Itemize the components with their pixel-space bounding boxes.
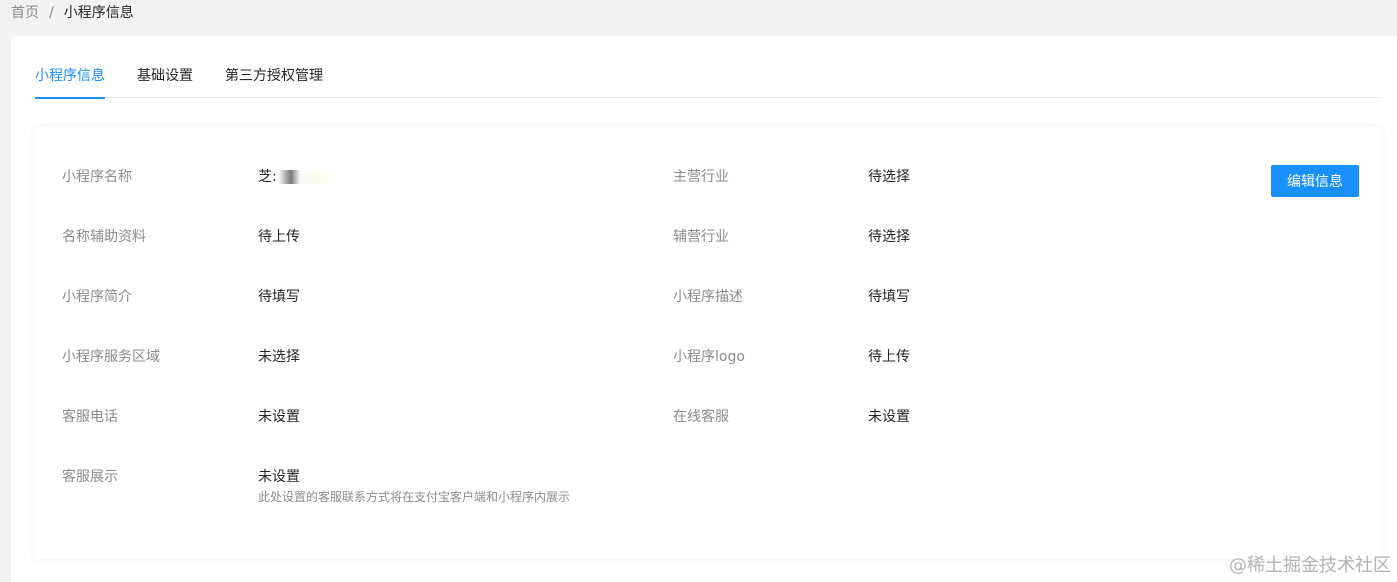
desc-label: 小程序描述 — [673, 289, 743, 305]
info-panel: 小程序名称 芝: 主营行业 待选择 编辑信息 名称辅助资料 待上传 辅营行业 待… — [35, 127, 1381, 559]
breadcrumb-separator: / — [49, 5, 54, 21]
region-value: 未选择 — [258, 349, 300, 365]
watermark: @稀土掘金技术社区 — [1229, 555, 1391, 576]
intro-label: 小程序简介 — [62, 289, 132, 305]
phone-label: 客服电话 — [62, 409, 118, 425]
name-aux-label: 名称辅助资料 — [62, 229, 146, 245]
region-label: 小程序服务区域 — [62, 349, 160, 365]
name-label: 小程序名称 — [62, 169, 132, 185]
industry-value: 待选择 — [868, 169, 910, 185]
edit-info-button[interactable]: 编辑信息 — [1271, 165, 1359, 197]
tab-mini-program-info[interactable]: 小程序信息 — [35, 64, 105, 99]
sub-industry-label: 辅营行业 — [673, 229, 729, 245]
online-cs-value: 未设置 — [868, 409, 910, 425]
breadcrumb: 首页 / 小程序信息 — [11, 4, 134, 22]
breadcrumb-current: 小程序信息 — [63, 5, 134, 21]
intro-value: 待填写 — [258, 289, 300, 305]
logo-label: 小程序logo — [673, 349, 745, 365]
cs-display-hint: 此处设置的客服联系方式将在支付宝客户端和小程序内展示 — [258, 490, 571, 504]
name-value: 芝: — [258, 168, 339, 186]
redacted-mask — [278, 170, 339, 184]
breadcrumb-home-link[interactable]: 首页 — [11, 4, 39, 22]
cs-display-label: 客服展示 — [62, 469, 118, 485]
industry-label: 主营行业 — [673, 169, 729, 185]
tab-third-party-auth[interactable]: 第三方授权管理 — [225, 64, 323, 98]
tab-bar: 小程序信息 基础设置 第三方授权管理 — [35, 64, 1379, 99]
desc-value: 待填写 — [868, 289, 910, 305]
tab-basic-settings[interactable]: 基础设置 — [137, 64, 193, 98]
online-cs-label: 在线客服 — [673, 409, 729, 425]
logo-value: 待上传 — [868, 349, 910, 365]
cs-display-value: 未设置 — [258, 469, 300, 485]
content-card: 小程序信息 基础设置 第三方授权管理 小程序名称 芝: 主营行业 待选择 编辑信… — [11, 36, 1397, 582]
phone-value: 未设置 — [258, 409, 300, 425]
name-aux-value: 待上传 — [258, 229, 300, 245]
sub-industry-value: 待选择 — [868, 229, 910, 245]
